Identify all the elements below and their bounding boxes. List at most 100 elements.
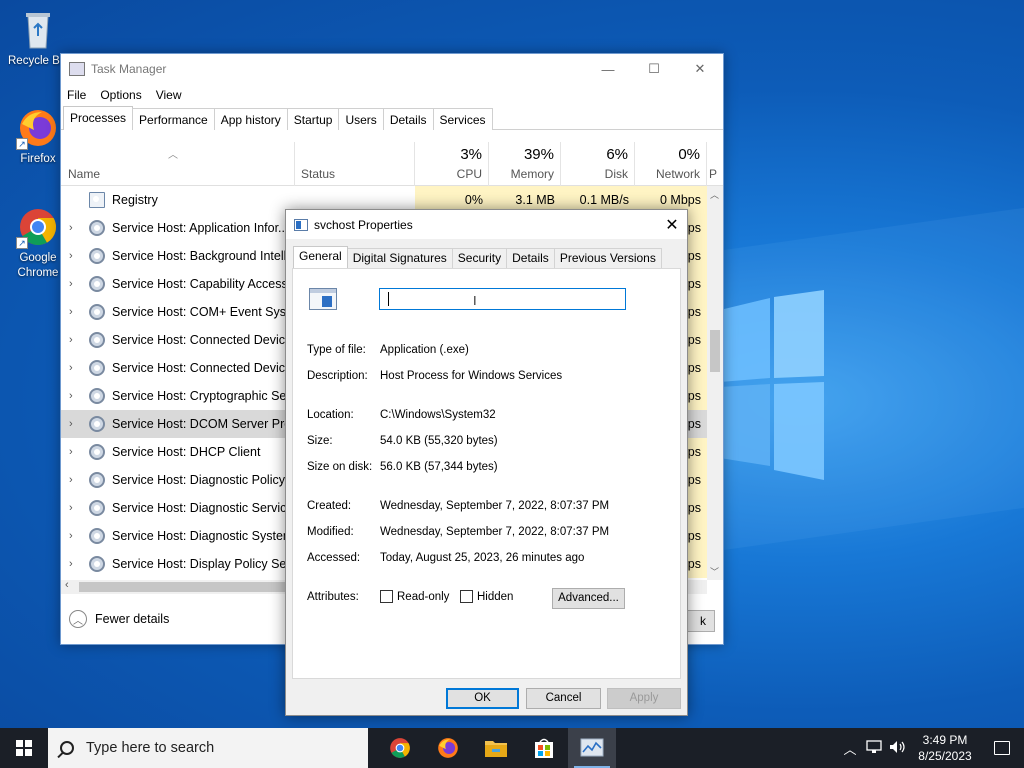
checkbox-box[interactable]	[460, 590, 473, 603]
registry-icon	[89, 192, 105, 208]
vertical-scrollbar[interactable]: ︿ ﹀	[707, 186, 723, 580]
chevron-right-icon[interactable]: ›	[69, 466, 73, 494]
chevron-right-icon[interactable]: ›	[69, 410, 73, 438]
chevron-right-icon[interactable]: ›	[69, 326, 73, 354]
column-name[interactable]: ︿ Name	[61, 142, 295, 186]
readonly-checkbox[interactable]: Read-only	[380, 590, 449, 603]
tab-security[interactable]: Security	[451, 248, 508, 268]
taskbar-store[interactable]	[520, 728, 568, 768]
gear-icon	[89, 444, 105, 460]
process-name: Registry	[112, 193, 158, 207]
scroll-down-icon[interactable]: ﹀	[710, 565, 719, 578]
maximize-button[interactable]: ☐	[631, 54, 677, 84]
menu-options[interactable]: Options	[100, 88, 141, 102]
tab-performance[interactable]: Performance	[132, 108, 215, 130]
tab-app-history[interactable]: App history	[213, 108, 288, 130]
scrollbar-thumb[interactable]	[710, 330, 720, 372]
taskbar-search-box[interactable]: Type here to search	[48, 728, 368, 768]
clock-date: 8/25/2023	[918, 749, 972, 763]
taskbar-file-explorer[interactable]	[472, 728, 520, 768]
column-status[interactable]: Status	[295, 142, 415, 186]
ok-button[interactable]: OK	[446, 688, 519, 709]
chevron-right-icon[interactable]: ›	[69, 550, 73, 578]
chevron-right-icon[interactable]: ›	[69, 522, 73, 550]
cancel-button[interactable]: Cancel	[526, 688, 601, 709]
tab-previous-versions[interactable]: Previous Versions	[553, 248, 662, 268]
checkbox-box[interactable]	[380, 590, 393, 603]
tab-processes[interactable]: Processes	[63, 106, 134, 130]
menu-view[interactable]: View	[156, 88, 182, 102]
volume-icon[interactable]	[886, 740, 910, 757]
tab-general[interactable]: General	[293, 246, 348, 268]
gear-icon	[89, 332, 105, 348]
process-name: Service Host: Diagnostic Service...	[112, 501, 304, 515]
separator	[307, 323, 624, 324]
gear-icon	[89, 360, 105, 376]
close-button[interactable]: ✕	[677, 54, 723, 84]
hscrollbar-thumb[interactable]	[79, 582, 287, 592]
location-value: C:\Windows\System32	[380, 409, 496, 421]
column-disk[interactable]: 6% Disk	[561, 142, 635, 186]
window-title: Task Manager	[91, 62, 167, 76]
dialog-title: svchost Properties	[314, 217, 413, 232]
hidden-checkbox[interactable]: Hidden	[460, 590, 513, 603]
title-bar[interactable]: Task Manager — ☐ ✕	[61, 54, 723, 84]
separator	[307, 485, 624, 486]
chevron-right-icon[interactable]: ›	[69, 298, 73, 326]
chrome-icon: ↗	[16, 205, 60, 249]
chevron-right-icon[interactable]: ›	[69, 214, 73, 242]
process-name: Service Host: Diagnostic Policy ...	[112, 473, 299, 487]
tab-details[interactable]: Details	[382, 108, 434, 130]
description-value: Host Process for Windows Services	[380, 370, 563, 382]
file-explorer-icon	[485, 741, 507, 757]
minimize-button[interactable]: —	[585, 54, 631, 84]
modified-value: Wednesday, September 7, 2022, 8:07:37 PM	[380, 526, 610, 538]
tab-services[interactable]: Services	[432, 108, 493, 130]
taskbar-task-manager[interactable]	[568, 728, 616, 768]
advanced-button[interactable]: Advanced...	[552, 588, 625, 609]
firefox-icon: ↗	[16, 106, 60, 150]
clock[interactable]: 3:49 PM 8/25/2023	[910, 732, 980, 764]
dialog-close-button[interactable]: ✕	[657, 210, 687, 239]
properties-dialog[interactable]: svchost Properties ✕ General Digital Sig…	[285, 209, 688, 716]
chevron-right-icon[interactable]: ›	[69, 494, 73, 522]
start-button[interactable]	[0, 728, 48, 768]
column-power-partial[interactable]: P	[707, 142, 723, 186]
chevron-right-icon[interactable]: ›	[69, 354, 73, 382]
process-name: Service Host: COM+ Event Syste...	[112, 305, 307, 319]
sort-up-icon: ︿	[168, 150, 178, 161]
scroll-left-icon[interactable]: ‹	[65, 579, 69, 591]
type-label: Type of file:	[307, 344, 366, 356]
chevron-right-icon[interactable]: ›	[69, 242, 73, 270]
tab-startup[interactable]: Startup	[286, 108, 340, 130]
task-manager-icon	[580, 738, 604, 757]
apply-button[interactable]: Apply	[607, 688, 681, 709]
gear-icon	[89, 556, 105, 572]
taskbar-chrome[interactable]	[376, 728, 424, 768]
network-icon[interactable]	[862, 739, 886, 757]
accessed-value: Today, August 25, 2023, 26 minutes ago	[380, 552, 585, 564]
tab-digital-signatures[interactable]: Digital Signatures	[346, 248, 453, 268]
memory-percent: 39%	[523, 146, 554, 163]
chevron-up-icon[interactable]: ︿	[838, 739, 862, 758]
column-memory[interactable]: 39% Memory	[489, 142, 561, 186]
file-name-input[interactable]	[379, 288, 626, 310]
tab-details[interactable]: Details	[506, 248, 555, 268]
menu-file[interactable]: File	[67, 88, 86, 102]
scroll-up-icon[interactable]: ︿	[710, 188, 719, 201]
desktop-icon-label: Google Chrome	[17, 252, 59, 279]
gear-icon	[89, 248, 105, 264]
chevron-right-icon[interactable]: ›	[69, 382, 73, 410]
chevron-right-icon[interactable]: ›	[69, 438, 73, 466]
fewer-details-label: Fewer details	[95, 612, 170, 626]
chevron-right-icon[interactable]: ›	[69, 270, 73, 298]
column-network[interactable]: 0% Network	[635, 142, 707, 186]
tab-users[interactable]: Users	[338, 108, 384, 130]
cpu-percent: 3%	[460, 146, 482, 163]
svchost-app-icon	[294, 218, 308, 231]
taskbar-firefox[interactable]	[424, 728, 472, 768]
action-center-button[interactable]	[980, 741, 1024, 755]
column-cpu[interactable]: 3% CPU	[415, 142, 489, 186]
fewer-details-button[interactable]: ︿ Fewer details	[69, 610, 169, 628]
dialog-title-bar[interactable]: svchost Properties ✕	[286, 210, 687, 239]
